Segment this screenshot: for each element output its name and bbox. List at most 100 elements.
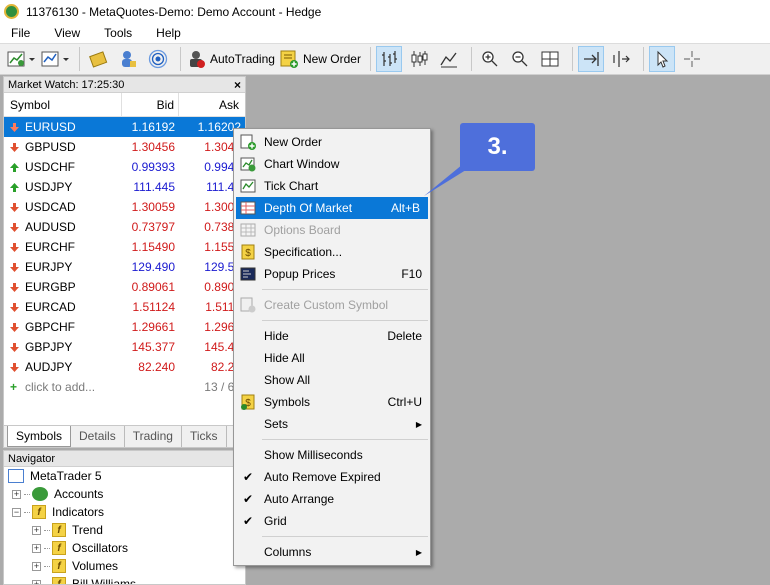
column-bid[interactable]: Bid [122, 93, 179, 116]
table-row[interactable]: EURCAD 1.51124 1.5115 [4, 297, 245, 317]
crosshair-button[interactable] [679, 46, 705, 72]
new-chart-icon [7, 51, 35, 67]
down-arrow-icon [10, 122, 19, 132]
menu-item-chart-window[interactable]: Chart Window [234, 153, 430, 175]
symbol-cell: EURCAD [4, 300, 122, 314]
menu-item-auto-remove-expired[interactable]: ✔ Auto Remove Expired [234, 466, 430, 488]
zoom-out-button[interactable] [507, 46, 533, 72]
table-row[interactable]: AUDJPY 82.240 82.26 [4, 357, 245, 377]
navigator-item-label: Bill Williams [72, 577, 136, 585]
menu-file[interactable]: File [4, 26, 37, 40]
window-title: 11376130 - MetaQuotes-Demo: Demo Account… [26, 4, 322, 19]
navigator-item-label: Volumes [72, 559, 119, 573]
menu-item-specification[interactable]: $ Specification... [234, 241, 430, 263]
expander-icon[interactable]: + [12, 489, 21, 499]
table-row[interactable]: EURJPY 129.490 129.51 [4, 257, 245, 277]
navigator-item[interactable]: + Accounts [4, 485, 245, 503]
navigator-item[interactable]: + f Volumes [4, 557, 245, 575]
navigator-button[interactable] [115, 46, 141, 72]
tree-line [44, 547, 50, 549]
navigator-item[interactable]: − f Indicators [4, 503, 245, 521]
table-row[interactable]: GBPUSD 1.30456 1.3046 [4, 137, 245, 157]
menu-item-depth-of-market[interactable]: Depth Of Market Alt+B [236, 197, 428, 219]
cursor-button[interactable] [648, 46, 675, 72]
menu-item-symbols[interactable]: $ Symbols Ctrl+U [234, 391, 430, 413]
line-chart-button[interactable] [436, 46, 462, 72]
menu-item-hide-all[interactable]: Hide All [234, 347, 430, 369]
table-row[interactable]: GBPJPY 145.377 145.41 [4, 337, 245, 357]
menu-item-hide[interactable]: Hide Delete [234, 325, 430, 347]
down-arrow-icon [10, 142, 19, 152]
menu-item-show-all[interactable]: Show All [234, 369, 430, 391]
menu-tools[interactable]: Tools [97, 26, 139, 40]
add-symbol-row[interactable]: + click to add... 13 / 65 [4, 377, 245, 397]
tab-trading[interactable]: Trading [125, 426, 182, 447]
menu-item-label: Show Milliseconds [264, 448, 363, 462]
market-watch-button[interactable] [85, 46, 111, 72]
menu-shortcut: F10 [401, 267, 422, 281]
navigator-item[interactable]: + f Bill Williams [4, 575, 245, 585]
menu-item-popup-prices[interactable]: Popup Prices F10 [234, 263, 430, 285]
menu-item-label: Hide All [264, 351, 305, 365]
menu-item-create-custom-symbol: Create Custom Symbol [234, 294, 430, 316]
table-row[interactable]: EURGBP 0.89061 0.8907 [4, 277, 245, 297]
close-icon[interactable]: × [234, 78, 241, 92]
menu-item-sets[interactable]: Sets ▶ [234, 413, 430, 435]
table-row[interactable]: EURUSD 1.16192 1.16202 [4, 117, 245, 137]
menu-separator [262, 439, 428, 440]
table-row[interactable]: USDJPY 111.445 111.45 [4, 177, 245, 197]
menu-item-auto-arrange[interactable]: ✔ Auto Arrange [234, 488, 430, 510]
symbol-name: USDCHF [25, 160, 75, 174]
menu-item-columns[interactable]: Columns ▶ [234, 541, 430, 563]
menu-item-tick-chart[interactable]: Tick Chart [234, 175, 430, 197]
tab-details[interactable]: Details [71, 426, 125, 447]
menu-separator [262, 536, 428, 537]
menu-item-show-milliseconds[interactable]: Show Milliseconds [234, 444, 430, 466]
chart-shift-button[interactable] [608, 46, 634, 72]
expander-icon[interactable]: + [32, 543, 41, 553]
table-row[interactable]: USDCAD 1.30059 1.3008 [4, 197, 245, 217]
tab-symbols[interactable]: Symbols [7, 426, 72, 447]
table-row[interactable]: EURCHF 1.15490 1.1551 [4, 237, 245, 257]
menu-item-grid[interactable]: ✔ Grid [234, 510, 430, 532]
table-row[interactable]: GBPCHF 1.29661 1.2969 [4, 317, 245, 337]
chart-shift-icon [613, 51, 630, 67]
down-arrow-icon [10, 262, 19, 272]
autoscroll-button[interactable] [577, 46, 604, 72]
expander-icon[interactable]: + [32, 525, 41, 535]
table-row[interactable]: AUDUSD 0.73797 0.7381 [4, 217, 245, 237]
tree-line [24, 493, 30, 495]
navigator-item[interactable]: MetaTrader 5 [4, 467, 245, 485]
tile-windows-button[interactable] [537, 46, 563, 72]
expander-icon[interactable]: + [32, 561, 41, 571]
column-symbol[interactable]: Symbol [4, 93, 122, 116]
crosshair-icon [683, 51, 700, 67]
symbol-cell: EURUSD [4, 120, 122, 134]
navigator-item-label: MetaTrader 5 [30, 469, 102, 483]
menu-separator [262, 320, 428, 321]
svg-text:$: $ [245, 248, 251, 259]
navigator-item[interactable]: + f Oscillators [4, 539, 245, 557]
new-chart-button[interactable] [6, 46, 36, 72]
menu-view[interactable]: View [47, 26, 87, 40]
signals-button[interactable] [145, 46, 171, 72]
menu-help[interactable]: Help [149, 26, 188, 40]
menu-icon-slot [240, 447, 256, 463]
menu-item-label: Hide [264, 329, 289, 343]
table-row[interactable]: USDCHF 0.99393 0.9940 [4, 157, 245, 177]
tab-ticks[interactable]: Ticks [182, 426, 227, 447]
new-order-button[interactable]: New Order [279, 46, 361, 72]
candlestick-button[interactable] [406, 46, 432, 72]
popup-prices-icon [240, 266, 256, 282]
zoom-in-button[interactable] [477, 46, 503, 72]
profiles-button[interactable] [40, 46, 70, 72]
expander-icon[interactable]: − [12, 507, 21, 517]
column-ask[interactable]: Ask [179, 93, 245, 116]
expander-icon[interactable]: + [32, 579, 41, 584]
bar-chart-button[interactable] [375, 46, 402, 72]
symbol-cell: EURGBP [4, 280, 122, 294]
autotrading-button[interactable]: AutoTrading [186, 46, 275, 72]
bid-cell: 145.377 [131, 340, 175, 354]
navigator-item[interactable]: + f Trend [4, 521, 245, 539]
menu-item-new-order[interactable]: New Order [234, 131, 430, 153]
